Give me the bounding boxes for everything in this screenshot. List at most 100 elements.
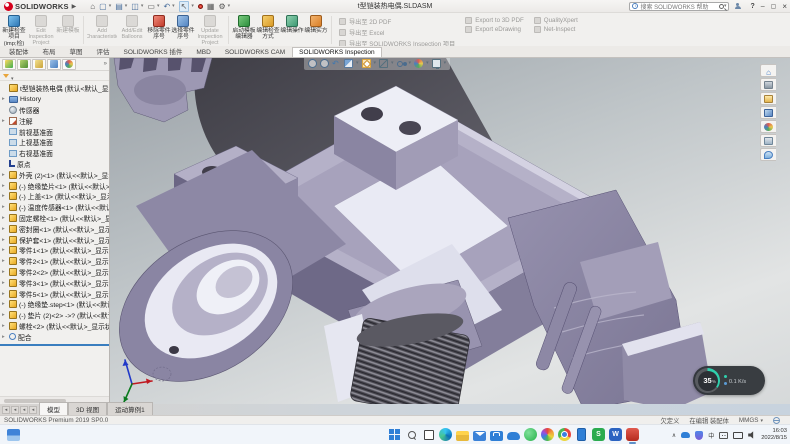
tree-item-mates[interactable]: 配合 <box>0 331 109 342</box>
tree-item-part[interactable]: 零件1<1> (默认<<默认>_显示状态 <box>0 245 109 256</box>
user-account-icon[interactable] <box>734 3 741 10</box>
tree-item-origin[interactable]: 原点 <box>0 159 109 170</box>
onedrive-tray-icon[interactable] <box>681 432 690 438</box>
expand-arrow-icon[interactable] <box>2 118 9 124</box>
tree-item-top-plane[interactable]: 上视基准面 <box>0 137 109 148</box>
export-edrawing-button[interactable]: Export eDrawing <box>465 26 524 33</box>
tree-item-part[interactable]: 密封圈<1> (默认<<默认>_显示状态 <box>0 223 109 234</box>
zoom-area-icon[interactable] <box>320 59 329 68</box>
new-document-icon[interactable]: ▢ <box>99 2 107 11</box>
tab-3d-views[interactable]: 3D 视图 <box>68 402 107 415</box>
menu-expand-icon[interactable]: ▶ <box>72 3 77 10</box>
displaymanager-tab[interactable] <box>62 59 76 70</box>
new-inspection-project-button[interactable]: 新建检查项目 (imp;检) <box>2 14 26 46</box>
display-style-icon[interactable] <box>379 59 388 68</box>
panel-split-bar[interactable] <box>0 344 109 346</box>
tree-item-part[interactable]: 固定螺栓<1> (默认<<默认>_显示状 <box>0 213 109 224</box>
security-shield-icon[interactable] <box>695 431 703 440</box>
expand-arrow-icon[interactable] <box>2 280 9 286</box>
minimize-icon[interactable] <box>761 3 765 10</box>
home-icon[interactable]: ⌂ <box>90 2 95 11</box>
microsoft-store-icon[interactable] <box>490 431 503 441</box>
phone-link-icon[interactable] <box>575 428 588 441</box>
edit-operation-button[interactable]: 编辑操作 <box>280 14 304 46</box>
tab-scroll-buttons[interactable] <box>0 406 39 415</box>
taskpane-design-library-button[interactable] <box>760 78 776 91</box>
file-explorer-icon[interactable] <box>456 431 469 441</box>
taskpane-home-button[interactable] <box>760 64 776 77</box>
save-icon[interactable]: ◫ <box>131 2 139 11</box>
mail-icon[interactable] <box>473 431 486 441</box>
expand-arrow-icon[interactable] <box>2 247 9 253</box>
taskpane-view-palette-button[interactable] <box>760 106 776 119</box>
tree-item-right-plane[interactable]: 右视基准面 <box>0 148 109 159</box>
expand-arrow-icon[interactable] <box>2 269 9 275</box>
task-view-icon[interactable] <box>422 428 435 441</box>
word-icon[interactable] <box>609 428 622 441</box>
tree-item-part[interactable]: (-) 温度传感器<1> (默认<<默认>_显 <box>0 202 109 213</box>
tab-solidworks-cam[interactable]: SOLIDWORKS CAM <box>218 47 292 57</box>
volume-icon[interactable] <box>748 431 756 439</box>
new-template-button[interactable]: 新建模板 <box>56 14 80 46</box>
propertymanager-tab[interactable] <box>17 59 31 70</box>
widgets-icon[interactable] <box>7 429 20 441</box>
tab-sketch[interactable]: 草图 <box>63 44 90 57</box>
options-gear-icon[interactable]: ⚙ <box>218 2 225 11</box>
expand-arrow-icon[interactable] <box>2 183 9 189</box>
expand-arrow-icon[interactable] <box>2 258 9 264</box>
units-selector[interactable]: MMGS <box>739 417 763 424</box>
solidworks-logo[interactable]: SOLIDWORKS ▶ <box>0 2 80 11</box>
edge-browser-icon[interactable] <box>439 428 452 441</box>
print-icon[interactable]: ▭ <box>147 2 155 11</box>
maximize-icon[interactable] <box>771 3 777 10</box>
onedrive-icon[interactable] <box>507 432 520 440</box>
view-orientation-icon[interactable] <box>362 59 371 68</box>
scene-settings-icon[interactable] <box>432 59 441 68</box>
tree-item-part[interactable]: (-) 绝缘垫.step<1> (默认<<默认>_ <box>0 299 109 310</box>
select-balloons-button[interactable]: 选择零件序号 <box>171 14 195 46</box>
green-app-icon[interactable] <box>524 428 537 441</box>
taskbar-clock[interactable]: 16:03 2022/8/15 <box>761 428 787 441</box>
tree-item-annotations[interactable]: 注解 <box>0 115 109 126</box>
expand-arrow-icon[interactable] <box>2 334 9 340</box>
expand-arrow-icon[interactable] <box>2 96 9 102</box>
tree-item-history[interactable]: History <box>0 94 109 105</box>
undo-icon[interactable]: ↶ <box>163 2 170 11</box>
model-3d-view[interactable] <box>110 58 790 404</box>
taskpane-appearances-button[interactable] <box>760 120 776 133</box>
edit-actuals-button[interactable]: 编辑实方 <box>304 14 328 46</box>
tree-item-part[interactable]: 外壳 (2)<1> (默认<<默认>_显示状态 <box>0 169 109 180</box>
tree-root-item[interactable]: t型铠装热电偶 (默认<默认_显示状态-1> <box>0 83 109 94</box>
help-icon[interactable] <box>750 3 754 10</box>
search-icon[interactable] <box>719 4 724 9</box>
tree-item-part[interactable]: 零件2<2> (默认<<默认>_显示状态 <box>0 267 109 278</box>
expand-arrow-icon[interactable] <box>2 226 9 232</box>
qualityxpert-button[interactable]: QualityXpert <box>534 17 578 24</box>
tab-layout[interactable]: 布局 <box>36 44 63 57</box>
tree-item-part[interactable]: 保护套<1> (默认<<默认>_显示状态 <box>0 234 109 245</box>
close-icon[interactable] <box>782 2 787 11</box>
launch-template-editor-button[interactable]: 启动模板编辑器 <box>232 14 256 46</box>
expand-arrow-icon[interactable] <box>2 172 9 178</box>
tab-motion-study[interactable]: 运动算例1 <box>107 402 153 415</box>
dimxpertmanager-tab[interactable] <box>47 59 61 70</box>
export-2d-pdf-button[interactable]: 导出至 2D PDF <box>339 17 455 26</box>
previous-view-icon[interactable] <box>332 59 341 68</box>
featuremanager-tab[interactable] <box>2 59 16 70</box>
tree-item-part[interactable]: 零件3<1> (默认<<默认>_显示状态 <box>0 277 109 288</box>
taskpane-file-explorer-button[interactable] <box>760 92 776 105</box>
tab-addins[interactable]: SOLIDWORKS 插件 <box>117 44 190 57</box>
zoom-percentage-badge[interactable]: 35 % 0.1 K/s <box>693 366 765 395</box>
tab-model[interactable]: 模型 <box>39 402 68 415</box>
tree-item-part[interactable]: 零件5<1> (默认<<默认>_显示状态 <box>0 288 109 299</box>
panel-tab-overflow-icon[interactable]: » <box>104 61 107 67</box>
tree-item-part[interactable]: 螺栓<2> (默认<<默认>_显示状态 <box>0 321 109 332</box>
hide-show-items-icon[interactable] <box>397 59 406 68</box>
taskpane-forum-button[interactable] <box>760 148 776 161</box>
chrome-icon[interactable] <box>558 428 571 441</box>
update-inspection-project-button[interactable]: Update Inspection Project <box>195 14 225 46</box>
hidden-icons-chevron[interactable] <box>672 432 676 439</box>
rebuild-icon[interactable] <box>198 4 203 9</box>
expand-arrow-icon[interactable] <box>2 204 9 210</box>
expand-arrow-icon[interactable] <box>2 323 9 329</box>
